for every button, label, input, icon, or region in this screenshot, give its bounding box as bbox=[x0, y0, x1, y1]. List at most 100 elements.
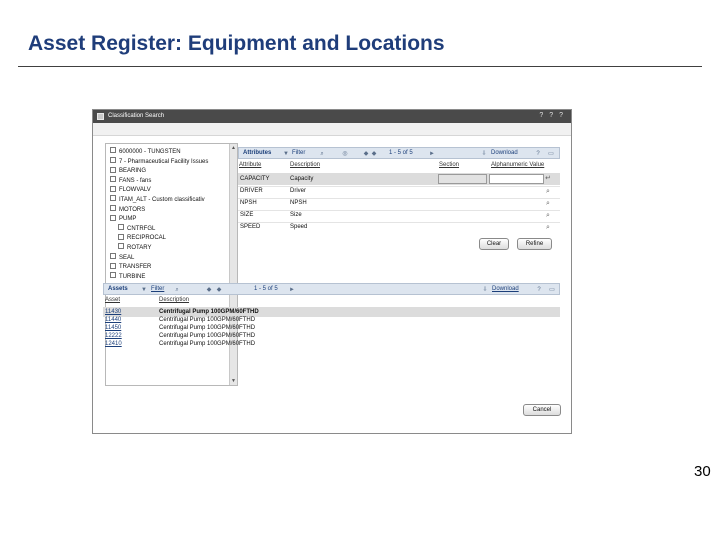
column-header-asset[interactable]: Asset bbox=[105, 296, 120, 305]
attribute-code[interactable]: SPEED bbox=[240, 223, 260, 232]
expand-icon[interactable] bbox=[110, 166, 116, 173]
expand-icon[interactable] bbox=[110, 195, 116, 202]
pager-forward-icon[interactable]: ► bbox=[289, 287, 295, 293]
enter-icon[interactable]: ↵ bbox=[545, 175, 551, 182]
expand-icon[interactable] bbox=[110, 176, 116, 183]
magnifier-icon[interactable]: ⌕ bbox=[545, 200, 551, 207]
magnifier-icon[interactable]: ⌕ bbox=[545, 224, 551, 231]
scroll-up-icon[interactable]: ▲ bbox=[231, 145, 236, 151]
attribute-description: NPSH bbox=[290, 200, 307, 206]
tree-item-label: TURBINE bbox=[119, 273, 146, 280]
tree-item[interactable]: 7 - Pharmaceutical Facility Issues bbox=[110, 157, 208, 167]
tree-item[interactable]: TURBINE bbox=[110, 272, 146, 282]
attribute-code[interactable]: DRIVER bbox=[240, 187, 263, 196]
column-header-asset-description[interactable]: Description bbox=[159, 296, 189, 305]
tree-item[interactable]: FLOWVALV bbox=[110, 185, 151, 195]
magnifier-icon[interactable]: ⌕ bbox=[545, 188, 551, 195]
tree-item[interactable]: FANS - fans bbox=[110, 176, 152, 186]
expand-icon[interactable] bbox=[118, 224, 124, 231]
tree-item[interactable]: MOTORS bbox=[110, 205, 146, 215]
tree-item-label: FANS - fans bbox=[119, 177, 152, 184]
expand-icon[interactable] bbox=[118, 243, 124, 250]
column-header-description[interactable]: Description bbox=[290, 161, 320, 170]
window-icon bbox=[97, 113, 104, 120]
attribute-description: Speed bbox=[290, 224, 308, 230]
scroll-down-icon[interactable]: ▼ bbox=[231, 378, 236, 384]
slide-title: Asset Register: Equipment and Locations bbox=[28, 32, 445, 55]
tree-item-label: CNTRFGL bbox=[127, 225, 156, 232]
search-icon[interactable]: ⌕ bbox=[174, 287, 180, 293]
help-icon[interactable]: ? bbox=[536, 287, 542, 293]
tree-item-label: ITAM_ALT - Custom classificativ bbox=[119, 197, 205, 203]
tree-item-label: FLOWVALV bbox=[119, 187, 151, 194]
expand-icon[interactable] bbox=[110, 205, 116, 212]
download-icon[interactable]: ⇩ bbox=[482, 287, 488, 293]
attributes-filter-link[interactable]: Filter bbox=[292, 150, 305, 156]
column-header-alphanumeric-value[interactable]: Alphanumeric Value bbox=[491, 161, 544, 170]
assets-download-link[interactable]: Download bbox=[492, 286, 519, 292]
expand-icon[interactable] bbox=[110, 262, 116, 269]
collapse-icon[interactable] bbox=[110, 157, 116, 164]
asset-link[interactable]: 12410 bbox=[105, 340, 122, 349]
tree-item[interactable]: 6000000 - TUNGSTEN bbox=[110, 147, 181, 157]
tree-item[interactable]: CNTRFGL bbox=[118, 224, 156, 234]
help-icon[interactable]: ? bbox=[535, 151, 541, 157]
expand-icon[interactable] bbox=[110, 272, 116, 279]
binoculars-icon[interactable]: ◎ bbox=[342, 151, 348, 157]
attribute-code[interactable]: CAPACITY bbox=[240, 175, 270, 184]
alphanumeric-value-input[interactable] bbox=[489, 174, 544, 184]
clear-button[interactable]: Clear bbox=[479, 238, 509, 250]
attribute-description: Capacity bbox=[290, 176, 314, 182]
search-icon[interactable]: ⌕ bbox=[319, 151, 325, 157]
filter-icon[interactable]: ▼ bbox=[283, 151, 289, 157]
assets-filter-link[interactable]: Filter bbox=[151, 286, 164, 292]
tree-item-label: MOTORS bbox=[119, 206, 146, 213]
title-divider bbox=[18, 66, 702, 67]
refine-button[interactable]: Refine bbox=[517, 238, 552, 250]
assets-toolbar: Assets ▼ Filter ⌕ ◆ ◆ 1 - 5 of 5 ► ⇩ Dow… bbox=[103, 283, 560, 295]
window-controls[interactable]: ? ? ? bbox=[539, 112, 565, 119]
magnifier-icon[interactable]: ⌕ bbox=[545, 212, 551, 219]
row-divider bbox=[238, 222, 560, 223]
column-header-section[interactable]: Section bbox=[439, 161, 459, 170]
assets-title: Assets bbox=[108, 286, 128, 292]
page-number: 30 bbox=[694, 463, 711, 480]
column-header-attribute[interactable]: Attribute bbox=[239, 161, 261, 170]
tree-item[interactable]: TRANSFER bbox=[110, 262, 152, 272]
maximize-icon[interactable]: ▭ bbox=[549, 287, 555, 293]
pager-next-icon[interactable]: ◆ bbox=[216, 287, 222, 293]
tree-item-label: 6000000 - TUNGSTEN bbox=[119, 149, 181, 155]
section-input[interactable] bbox=[438, 174, 487, 184]
tree-item[interactable]: ROTARY bbox=[118, 243, 151, 253]
expand-icon[interactable] bbox=[110, 185, 116, 192]
tree-item[interactable]: SEAL bbox=[110, 253, 134, 263]
pager-forward-icon[interactable]: ► bbox=[429, 151, 435, 157]
tree-item-label: RECIPROCAL bbox=[127, 235, 167, 242]
attribute-code[interactable]: NPSH bbox=[240, 199, 257, 208]
attributes-toolbar: Attributes ▼ Filter ⌕ ◎ ◆ ◆ 1 - 5 of 5 ►… bbox=[238, 147, 560, 159]
collapse-icon[interactable] bbox=[110, 214, 116, 221]
expand-icon[interactable] bbox=[110, 253, 116, 260]
cancel-button[interactable]: Cancel bbox=[523, 404, 561, 416]
tree-item[interactable]: PUMP bbox=[110, 214, 136, 224]
filter-icon[interactable]: ▼ bbox=[141, 287, 147, 293]
expand-icon[interactable] bbox=[118, 233, 124, 240]
tree-item[interactable]: BEARING bbox=[110, 166, 147, 176]
pager-previous-icon[interactable]: ◆ bbox=[206, 287, 212, 293]
download-icon[interactable]: ⇩ bbox=[481, 151, 487, 157]
window-title: Classification Search bbox=[108, 113, 165, 119]
pager-previous-icon[interactable]: ◆ bbox=[363, 151, 369, 157]
attributes-pager: 1 - 5 of 5 bbox=[389, 150, 413, 156]
attribute-description: Driver bbox=[290, 188, 306, 194]
pager-next-icon[interactable]: ◆ bbox=[371, 151, 377, 157]
tree-item-label: TRANSFER bbox=[119, 264, 152, 271]
maximize-icon[interactable]: ▭ bbox=[548, 151, 554, 157]
tree-item[interactable]: ITAM_ALT - Custom classificativ bbox=[110, 195, 205, 205]
tree-item-label: BEARING bbox=[119, 168, 147, 175]
tree-item[interactable]: RECIPROCAL bbox=[118, 233, 167, 243]
asset-description: Centrifugal Pump 100GPM/60FTHD bbox=[159, 341, 256, 347]
classification-tree[interactable]: 6000000 - TUNGSTEN 7 - Pharmaceutical Fac… bbox=[105, 143, 238, 386]
attributes-download-link[interactable]: Download bbox=[491, 150, 518, 156]
collapse-icon[interactable] bbox=[110, 147, 116, 154]
attribute-code[interactable]: SIZE bbox=[240, 211, 253, 220]
